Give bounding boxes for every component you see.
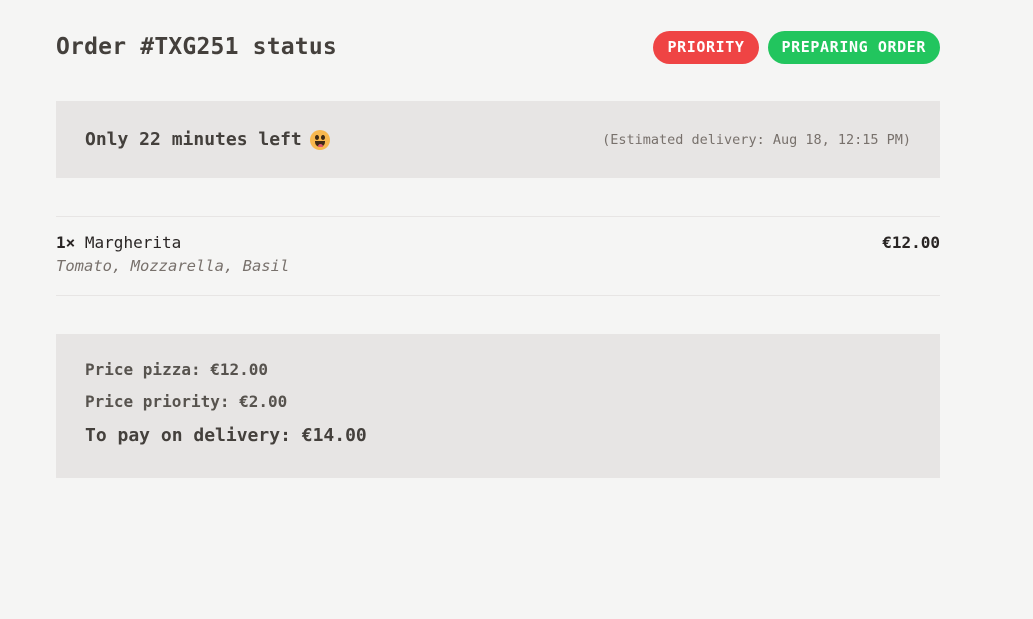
status-badges: PRIORITY PREPARING ORDER (653, 30, 940, 64)
priority-badge: PRIORITY (653, 30, 759, 64)
price-summary: Price pizza: €12.00 Price priority: €2.0… (56, 334, 940, 478)
item-quantity: 1× (56, 233, 76, 252)
item-line: 1× Margherita (56, 233, 289, 252)
grinning-face-emoji-icon (309, 129, 330, 150)
item-name: Margherita (84, 233, 182, 252)
order-page: Order #TXG251 status PRIORITY PREPARING … (56, 0, 940, 478)
item-ingredients: Tomato, Mozzarella, Basil (56, 257, 290, 275)
list-item: 1× Margherita Tomato, Mozzarella, Basil … (56, 217, 940, 295)
delivery-countdown: Only 22 minutes left (Estimated delivery… (56, 101, 940, 178)
item-details: 1× Margherita Tomato, Mozzarella, Basil (56, 233, 289, 279)
page-title: Order #TXG251 status (56, 34, 337, 60)
total-to-pay: To pay on delivery: €14.00 (85, 425, 367, 446)
countdown-text: Only 22 minutes left (85, 129, 302, 150)
price-priority: Price priority: €2.00 (85, 392, 288, 411)
status-badge: PREPARING ORDER (767, 30, 940, 64)
order-items-list: 1× Margherita Tomato, Mozzarella, Basil … (56, 216, 940, 296)
countdown-message: Only 22 minutes left (85, 129, 330, 150)
price-pizza: Price pizza: €12.00 (85, 360, 269, 379)
estimated-delivery: (Estimated delivery: Aug 18, 12:15 PM) (602, 131, 911, 148)
order-header: Order #TXG251 status PRIORITY PREPARING … (56, 0, 940, 94)
item-price: €12.00 (882, 233, 940, 252)
